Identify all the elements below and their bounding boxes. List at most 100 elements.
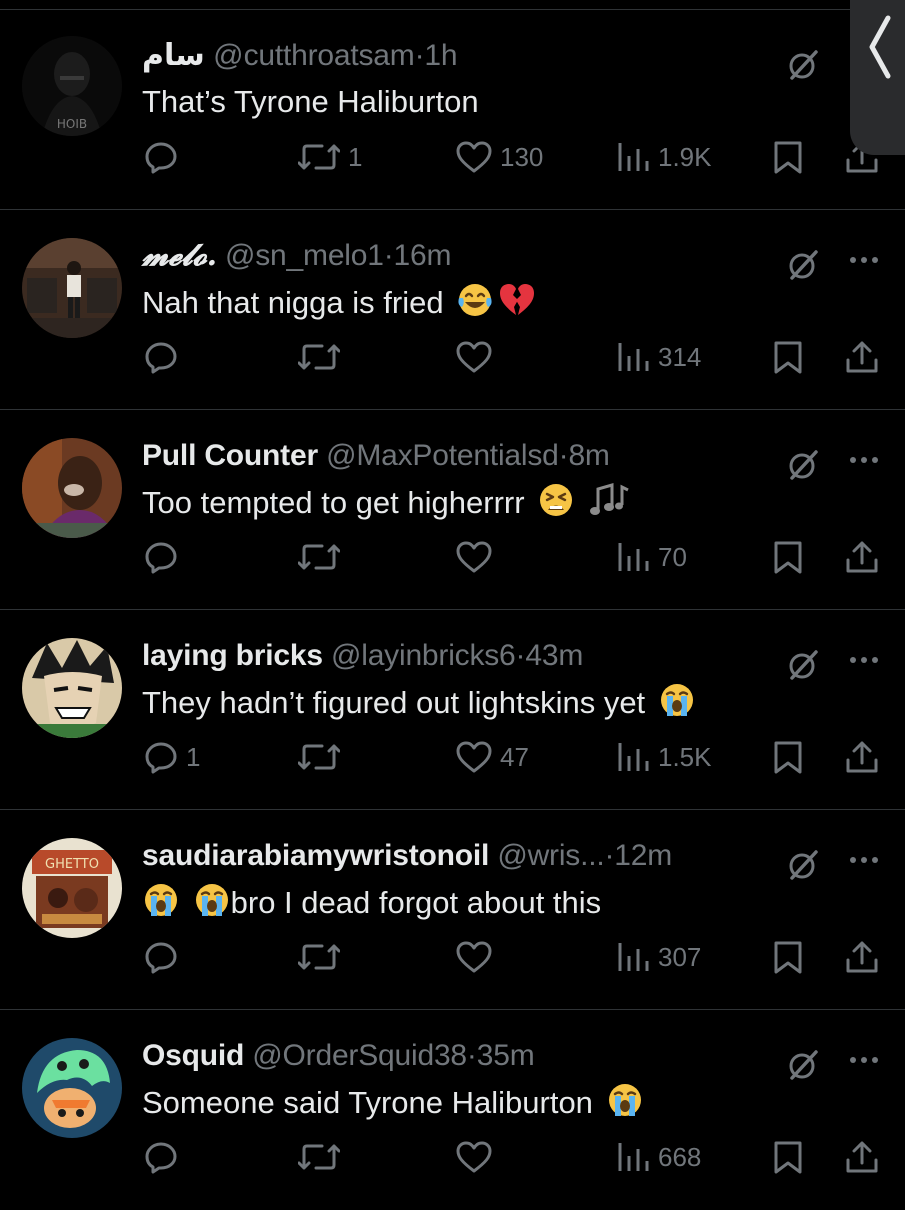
views-button[interactable]: 1.9K [616,140,712,174]
retweet-button[interactable]: 1 [298,140,362,174]
share-button[interactable] [844,740,880,774]
views-button[interactable]: 668 [616,1140,701,1174]
reply-button[interactable] [144,540,186,574]
reply-icon [145,1142,177,1174]
share-button[interactable] [844,540,880,574]
bookmark-button[interactable] [772,740,804,774]
reply-tweet[interactable]: HOIB سام @cutthroatsam·1h That’s Tyrone … [0,10,905,210]
reply-tweet[interactable]: laying bricks @layinbricks6·43m They had… [0,610,905,810]
retweet-button[interactable] [298,1140,348,1174]
reply-button[interactable] [144,140,186,174]
tweet-text-content: Too tempted to get higherrrr [142,485,525,520]
share-button[interactable] [844,340,880,374]
view-count: 668 [658,1141,702,1172]
back-tab[interactable] [850,0,905,155]
bookmark-button[interactable] [772,540,804,574]
timestamp[interactable]: 35m [477,1039,535,1072]
bookmark-button[interactable] [772,940,804,974]
like-icon [456,741,492,773]
views-icon [618,743,649,771]
avatar[interactable]: GHETTO [22,838,122,938]
like-button[interactable] [456,540,500,574]
like-button[interactable]: 130 [456,140,543,174]
tweet-text: Someone said Tyrone Haliburton [142,1081,644,1130]
user-handle[interactable]: @cutthroatsam [213,39,415,72]
svg-text:GHETTO: GHETTO [45,857,99,872]
share-icon [846,941,878,973]
views-button[interactable]: 70 [616,540,687,574]
avatar[interactable] [22,438,122,538]
separator-dot: · [604,839,615,872]
timestamp[interactable]: 16m [394,239,452,272]
reply-button[interactable]: 1 [144,740,200,774]
share-button[interactable] [844,940,880,974]
views-icon [618,943,649,971]
reply-tweet[interactable]: Osquid @OrderSquid38·35m Someone said Ty… [0,1010,905,1210]
like-button[interactable] [456,1140,500,1174]
grok-icon[interactable] [786,248,820,287]
grok-icon[interactable] [786,448,820,487]
reply-button[interactable] [144,940,186,974]
reply-tweet[interactable]: Pull Counter @MaxPotentialsd·8m Too temp… [0,410,905,610]
view-count: 70 [658,541,687,572]
bookmark-button[interactable] [772,140,804,174]
retweet-icon [298,1144,340,1170]
views-button[interactable]: 307 [616,940,701,974]
bookmark-icon [774,741,802,774]
more-icon[interactable] [848,252,880,270]
more-icon[interactable] [848,1052,880,1070]
loudly-crying-face-emoji [193,881,231,930]
tweet-text: Nah that nigga is fried [142,281,536,330]
timestamp[interactable]: 43m [525,639,583,672]
retweet-button[interactable] [298,540,348,574]
avatar[interactable] [22,238,122,338]
display-name[interactable]: Osquid [142,1039,244,1072]
reply-button[interactable] [144,340,186,374]
like-icon [456,941,492,973]
tweet-text: Too tempted to get higherrrr [142,481,632,530]
like-button[interactable] [456,940,500,974]
tweet-text: They hadn’t figured out lightskins yet [142,681,696,730]
share-button[interactable] [844,1140,880,1174]
retweet-button[interactable] [298,340,348,374]
views-button[interactable]: 1.5K [616,740,712,774]
user-handle[interactable]: @MaxPotentialsd [326,439,559,472]
views-icon [618,1143,649,1171]
user-handle[interactable]: @OrderSquid38 [252,1039,467,1072]
grok-icon[interactable] [786,48,820,87]
user-handle[interactable]: @wris... [497,839,604,872]
user-handle[interactable]: @layinbricks6 [331,639,516,672]
display-name[interactable]: laying bricks [142,639,323,672]
display-name[interactable]: 𝓶𝓮𝓵𝓸. [142,238,217,273]
timestamp[interactable]: 8m [568,439,609,472]
grok-icon[interactable] [786,1048,820,1087]
bookmark-button[interactable] [772,340,804,374]
grok-icon[interactable] [786,648,820,687]
avatar[interactable]: HOIB [22,36,122,136]
reply-tweet[interactable]: 𝓶𝓮𝓵𝓸. @sn_melo1·16m Nah that nigga is fr… [0,210,905,410]
more-icon[interactable] [848,452,880,470]
more-icon[interactable] [848,652,880,670]
more-icon[interactable] [848,852,880,870]
reply-tweet[interactable]: GHETTO saudiarabiamywristonoil @wris...·… [0,810,905,1010]
grok-icon[interactable] [786,848,820,887]
avatar[interactable] [22,1038,122,1138]
display-name[interactable]: سام [142,39,205,72]
like-button[interactable]: 47 [456,740,529,774]
views-icon [618,143,649,171]
timestamp[interactable]: 1h [424,39,457,72]
display-name[interactable]: Pull Counter [142,439,318,472]
retweet-button[interactable] [298,940,348,974]
tweet-header: Pull Counter @MaxPotentialsd·8m [142,436,610,476]
avatar[interactable] [22,638,122,738]
display-name[interactable]: saudiarabiamywristonoil [142,839,489,872]
bookmark-button[interactable] [772,1140,804,1174]
retweet-button[interactable] [298,740,348,774]
view-count: 314 [658,341,702,372]
timestamp[interactable]: 12m [614,839,672,872]
user-handle[interactable]: @sn_melo1 [225,239,384,272]
reply-button[interactable] [144,1140,186,1174]
like-button[interactable] [456,340,500,374]
reply-count: 1 [186,741,201,772]
views-button[interactable]: 314 [616,340,701,374]
